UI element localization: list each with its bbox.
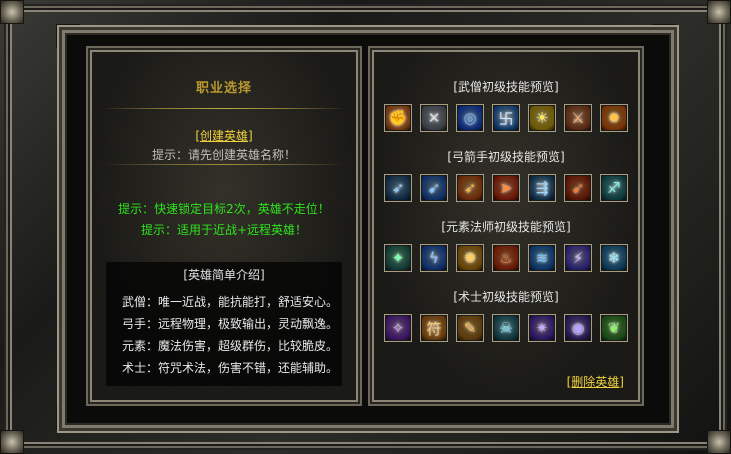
halberd-icon[interactable]: ⚔ bbox=[564, 104, 592, 132]
class-select-panel: 职业选择 [创建英雄] 提示：请先创建英雄名称！ 提示：快速锁定目标2次，英雄不… bbox=[90, 50, 358, 402]
lightning-icon[interactable]: ϟ bbox=[420, 244, 448, 272]
intro-line-archer: 弓手：远程物理，极致输出，灵动飘逸。 bbox=[122, 317, 339, 331]
corner-ornament-outer-bottom-left bbox=[0, 430, 24, 454]
monk-skill-row: ✊ ✕ ◎ 卐 ☀ ⚔ ✹ bbox=[384, 104, 628, 134]
tip-melee-ranged: 提示：适用于近战+远程英雄！ bbox=[140, 223, 308, 237]
hero-intro-box: [英雄简单介绍] 武僧：唯一近战，能抗能打，舒适安心。 弓手：远程物理，极致输出… bbox=[106, 262, 342, 386]
multi-arrow-icon[interactable]: ⇶ bbox=[528, 174, 556, 202]
bow-shot-icon[interactable]: ➶ bbox=[384, 174, 412, 202]
talisman-icon[interactable]: 符 bbox=[420, 314, 448, 342]
frost-icon[interactable]: ❄ bbox=[600, 244, 628, 272]
fire-arrow-icon[interactable]: ➶ bbox=[456, 174, 484, 202]
warlock-skill-row: ✧ 符 ✎ ☠ ✴ ◉ ❦ bbox=[384, 314, 628, 344]
warlock-skills-title: [术士初级技能预览] bbox=[453, 290, 559, 304]
flame-fist-icon[interactable]: ✊ bbox=[384, 104, 412, 132]
hint-divider bbox=[102, 164, 346, 165]
monk-skills-title: [武僧初级技能预览] bbox=[453, 80, 559, 94]
chain-lightning-icon[interactable]: ⚡ bbox=[564, 244, 592, 272]
corner-ornament-outer-bottom-right bbox=[707, 430, 731, 454]
ice-arrow-icon[interactable]: ➹ bbox=[420, 174, 448, 202]
swastika-seal-icon[interactable]: 卐 bbox=[492, 104, 520, 132]
burning-spear-icon[interactable]: ➹ bbox=[564, 174, 592, 202]
title-divider bbox=[102, 108, 346, 109]
golden-aura-icon[interactable]: ☀ bbox=[528, 104, 556, 132]
panel-title: 职业选择 bbox=[195, 81, 252, 96]
create-hero-link[interactable]: [创建英雄] bbox=[92, 127, 356, 144]
elemental-skill-row: ✦ ϟ ✺ ♨ ≋ ⚡ ❄ bbox=[384, 244, 628, 274]
hero-intro-title: [英雄简单介绍] bbox=[183, 268, 265, 282]
archer-skill-row: ➶ ➹ ➶ ➤ ⇶ ➹ ♐ bbox=[384, 174, 628, 204]
archer-stance-icon[interactable]: ♐ bbox=[600, 174, 628, 202]
intro-line-elemental: 元素：魔法伤害，超级群伤，比较脆皮。 bbox=[122, 339, 339, 353]
meteor-icon[interactable]: ✺ bbox=[456, 244, 484, 272]
intro-line-monk: 武僧：唯一近战，能抗能打，舒适安心。 bbox=[122, 295, 339, 309]
flame-strike-icon[interactable]: ➤ bbox=[492, 174, 520, 202]
healing-leaf-icon[interactable]: ❦ bbox=[600, 314, 628, 342]
delete-hero-link[interactable]: [删除英雄] bbox=[567, 373, 624, 390]
purple-hex-icon[interactable]: ✧ bbox=[384, 314, 412, 342]
soul-spirit-icon[interactable]: ☠ bbox=[492, 314, 520, 342]
skill-preview-panel: [武僧初级技能预览] ✊ ✕ ◎ 卐 ☀ ⚔ ✹ [弓箭手初级技能预览] ➶ ➹ ➶ ➤ ⇶ ➹ ♐ [… bbox=[372, 50, 640, 402]
archer-skills-title: [弓箭手初级技能预览] bbox=[447, 150, 565, 164]
tip-lock-target: 提示：快速锁定目标2次，英雄不走位！ bbox=[118, 202, 330, 216]
elemental-skills-title: [元素法师初级技能预览] bbox=[441, 220, 571, 234]
water-wave-icon[interactable]: ≋ bbox=[528, 244, 556, 272]
green-orb-icon[interactable]: ✦ bbox=[384, 244, 412, 272]
corner-ornament-outer-top-left bbox=[0, 0, 24, 24]
intro-line-warlock: 术士：符咒术法，伤害不错，还能辅助。 bbox=[122, 361, 339, 375]
cross-blades-icon[interactable]: ✕ bbox=[420, 104, 448, 132]
create-hint: 提示：请先创建英雄名称！ bbox=[151, 148, 296, 162]
corner-ornament-outer-top-right bbox=[707, 0, 731, 24]
fire-burst-icon[interactable]: ✹ bbox=[600, 104, 628, 132]
arcane-burst-icon[interactable]: ✴ bbox=[528, 314, 556, 342]
dark-orb-icon[interactable]: ◉ bbox=[564, 314, 592, 342]
scroll-fire-icon[interactable]: ✎ bbox=[456, 314, 484, 342]
inferno-icon[interactable]: ♨ bbox=[492, 244, 520, 272]
blue-vortex-icon[interactable]: ◎ bbox=[456, 104, 484, 132]
